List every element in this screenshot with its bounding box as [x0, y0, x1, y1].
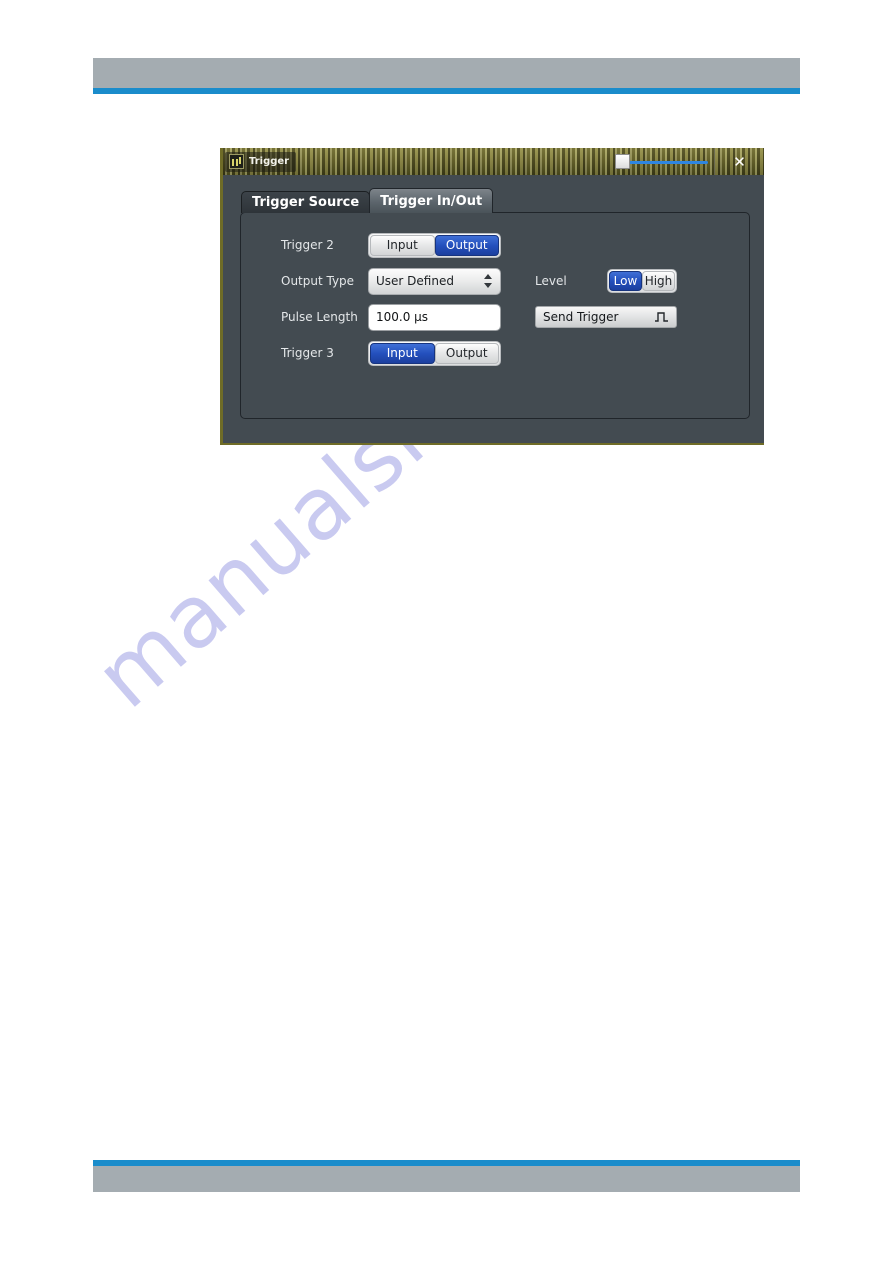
spinner-up-down-icon[interactable] — [484, 273, 493, 289]
trigger2-input-option[interactable]: Input — [370, 234, 435, 256]
page-header-band — [93, 58, 800, 88]
dialog-titlebar[interactable]: Trigger ✕ — [223, 148, 764, 175]
trigger2-label: Trigger 2 — [281, 238, 334, 252]
transparency-slider[interactable] — [615, 154, 708, 170]
send-trigger-label: Send Trigger — [543, 310, 619, 324]
trigger-app-icon — [229, 154, 244, 169]
titlebar-title-group: Trigger — [225, 151, 297, 172]
row-trigger2: Trigger 2 Input Output — [241, 227, 749, 263]
pulse-length-input[interactable]: 100.0 µs — [368, 303, 501, 331]
tab-trigger-in-out[interactable]: Trigger In/Out — [369, 188, 494, 213]
close-icon[interactable]: ✕ — [714, 148, 764, 175]
trigger2-output-option[interactable]: Output — [434, 234, 499, 256]
output-type-value: User Defined — [376, 274, 454, 288]
level-group: Level Low High — [535, 269, 677, 293]
dialog-body: Trigger Source Trigger In/Out Trigger 2 … — [223, 175, 764, 443]
output-type-dropdown[interactable]: User Defined — [368, 267, 501, 295]
row-trigger3: Trigger 3 Input Output — [241, 335, 749, 371]
trigger2-control: Input Output — [368, 232, 505, 258]
pulse-length-label: Pulse Length — [281, 310, 358, 324]
trigger3-toggle[interactable]: Input Output — [368, 340, 501, 366]
send-trigger-group: Send Trigger — [535, 306, 677, 328]
trigger3-input-option[interactable]: Input — [370, 342, 435, 364]
output-type-label: Output Type — [281, 274, 355, 288]
tab-strip: Trigger Source Trigger In/Out — [241, 188, 750, 213]
send-trigger-button[interactable]: Send Trigger — [535, 306, 677, 328]
tab-trigger-source[interactable]: Trigger Source — [241, 191, 371, 213]
trigger-in-out-panel: Trigger 2 Input Output Output Type User … — [240, 212, 750, 419]
page-header-rule — [93, 88, 800, 94]
trigger2-toggle[interactable]: Input Output — [368, 232, 501, 258]
dialog-title: Trigger — [249, 156, 290, 167]
slider-track[interactable] — [621, 160, 708, 164]
level-label: Level — [535, 274, 567, 288]
page-footer-band — [93, 1166, 800, 1192]
trigger-dialog: Trigger ✕ Trigger Source Trigger In/Out … — [220, 148, 764, 445]
level-high-option[interactable]: High — [642, 271, 675, 291]
row-output-type: Output Type User Defined Level Low High — [241, 263, 749, 299]
level-low-option[interactable]: Low — [609, 271, 642, 291]
pulse-length-control: 100.0 µs — [368, 303, 505, 331]
trigger3-output-option[interactable]: Output — [434, 342, 499, 364]
slider-handle[interactable] — [615, 154, 630, 169]
trigger3-control: Input Output — [368, 340, 505, 366]
row-pulse-length: Pulse Length 100.0 µs Send Trigger — [241, 299, 749, 335]
trigger3-label: Trigger 3 — [281, 346, 334, 360]
pulse-waveform-icon — [654, 311, 669, 323]
level-toggle[interactable]: Low High — [607, 269, 677, 293]
output-type-control: User Defined — [368, 267, 505, 295]
